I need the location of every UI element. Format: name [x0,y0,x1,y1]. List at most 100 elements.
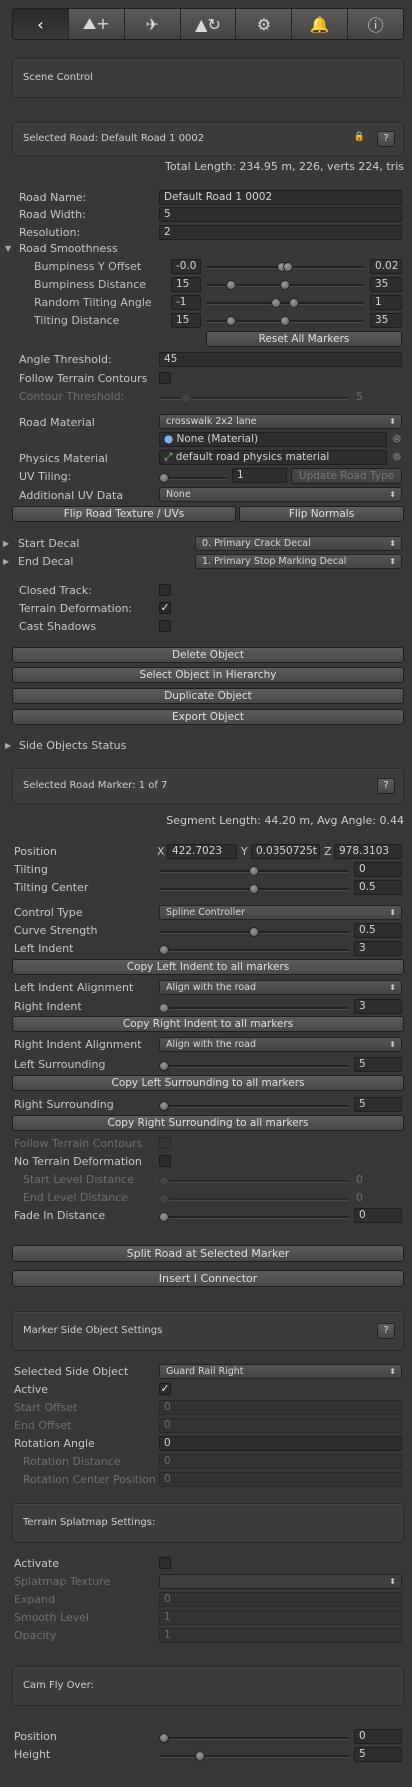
foldout-closed-icon[interactable]: ▶ [3,539,9,548]
follow-terrain-contours-checkbox[interactable] [159,372,171,384]
left-surrounding-slider[interactable] [159,1065,349,1068]
slider-knob[interactable] [159,1194,169,1204]
rotation-distance-input[interactable]: 0 [159,1454,402,1469]
control-type-dropdown[interactable]: Spline Controller ⬍ [159,905,402,920]
slider-knob[interactable] [249,884,259,894]
random-tilting-angle-slider[interactable] [206,302,364,305]
foldout-closed-icon[interactable]: ▶ [3,557,9,566]
cast-shadows-checkbox[interactable] [159,620,171,632]
tilting-distance-min[interactable]: 15 [171,313,201,328]
end-level-distance-slider[interactable] [159,1198,349,1201]
uv-tiling-slider[interactable] [159,477,227,480]
tilting-center-input[interactable]: 0.5 [354,880,402,895]
position-z-input[interactable]: 978.3103 [334,844,402,859]
help-button[interactable]: ? [377,1323,395,1339]
fade-in-distance-input[interactable]: 0 [354,1208,402,1223]
slider-knob[interactable] [159,945,169,955]
slider-knob[interactable] [283,262,293,272]
smooth-level-input[interactable]: 1 [159,1610,402,1625]
marker-follow-terrain-checkbox[interactable] [159,1137,171,1149]
copy-right-surrounding-button[interactable]: Copy Right Surrounding to all markers [12,1115,404,1131]
foldout-closed-icon[interactable]: ▶ [5,741,11,750]
cam-height-input[interactable]: 5 [354,1747,402,1762]
road-name-input[interactable]: Default Road 1 0002 [159,190,402,205]
add-road-icon[interactable]: ⛰+ [69,9,125,39]
start-offset-input[interactable]: 0 [159,1400,402,1415]
additional-uv-dropdown[interactable]: None ⬍ [159,487,402,502]
rotation-center-position-input[interactable]: 0 [159,1472,402,1487]
road-material-dropdown[interactable]: crosswalk 2x2 lane ⬍ [159,414,402,429]
splatmap-activate-checkbox[interactable] [159,1557,171,1569]
tilting-input[interactable]: 0 [354,862,402,877]
expand-input[interactable]: 0 [159,1592,402,1607]
lock-icon[interactable]: 🔒 [354,132,365,142]
slider-knob[interactable] [289,298,299,308]
bumpiness-distance-max[interactable]: 35 [370,277,402,292]
slider-knob[interactable] [159,473,169,483]
split-road-button[interactable]: Split Road at Selected Marker [12,1245,404,1262]
object-picker-icon[interactable]: ◎ [393,434,401,444]
back-arrow-icon[interactable]: ‹ [13,9,69,39]
side-objects-status-label[interactable]: Side Objects Status [19,739,126,752]
terrain-deformation-checkbox[interactable]: ✓ [159,602,171,614]
bumpiness-distance-min[interactable]: 15 [171,277,201,292]
right-indent-input[interactable]: 3 [354,999,402,1014]
export-object-button[interactable]: Export Object [12,709,404,725]
cam-position-slider[interactable] [159,1737,349,1740]
bumpiness-y-max[interactable]: 0.02 [370,259,402,274]
help-button[interactable]: ? [377,131,395,147]
start-level-distance-slider[interactable] [159,1180,349,1183]
end-offset-input[interactable]: 0 [159,1418,402,1433]
slider-knob[interactable] [159,1101,169,1111]
delete-object-button[interactable]: Delete Object [12,647,404,663]
update-road-type-button[interactable]: Update Road Type [291,468,402,484]
closed-track-checkbox[interactable] [159,584,171,596]
slider-knob[interactable] [159,1212,169,1222]
slider-knob[interactable] [271,298,281,308]
rotation-angle-input[interactable]: 0 [159,1436,402,1451]
select-in-hierarchy-button[interactable]: Select Object in Hierarchy [12,667,404,683]
slider-knob[interactable] [195,1751,205,1761]
reset-all-markers-button[interactable]: Reset All Markers [206,331,402,347]
right-surrounding-slider[interactable] [159,1105,349,1108]
end-decal-dropdown[interactable]: 1. Primary Stop Marking Decal ⬍ [195,554,402,569]
physics-material-field[interactable]: ⤢ default road physics material [159,450,387,465]
copy-left-surrounding-button[interactable]: Copy Left Surrounding to all markers [12,1075,404,1091]
angle-threshold-input[interactable]: 45 [159,352,402,367]
copy-right-indent-button[interactable]: Copy Right Indent to all markers [12,1016,404,1032]
tilting-distance-max[interactable]: 35 [370,313,402,328]
left-indent-alignment-dropdown[interactable]: Align with the road ⬍ [159,980,402,995]
help-button[interactable]: ? [377,778,395,794]
fade-in-distance-slider[interactable] [159,1216,349,1219]
gear-icon[interactable]: ⚙ [236,9,293,39]
flip-normals-button[interactable]: Flip Normals [239,506,404,522]
position-y-input[interactable]: 0.0350725t [251,844,320,859]
right-indent-alignment-dropdown[interactable]: Align with the road ⬍ [159,1037,402,1052]
terrain-refresh-icon[interactable]: ▲↻ [181,9,237,39]
splatmap-texture-dropdown[interactable]: ⬍ [159,1574,402,1589]
airplane-icon[interactable]: ✈ [125,9,181,39]
active-checkbox[interactable]: ✓ [159,1383,171,1395]
flip-road-texture-button[interactable]: Flip Road Texture / UVs [12,506,236,522]
insert-connector-button[interactable]: Insert I Connector [12,1270,404,1287]
random-tilting-angle-max[interactable]: 1 [370,295,402,310]
slider-knob[interactable] [249,866,259,876]
no-terrain-deformation-checkbox[interactable] [159,1155,171,1167]
curve-strength-input[interactable]: 0.5 [354,923,402,938]
road-width-input[interactable]: 5 [159,207,402,222]
end-decal-label[interactable]: End Decal [18,555,73,568]
slider-knob[interactable] [159,1733,169,1743]
resolution-input[interactable]: 2 [159,225,402,240]
left-indent-input[interactable]: 3 [354,941,402,956]
cam-position-input[interactable]: 0 [354,1729,402,1744]
slider-knob[interactable] [181,393,191,403]
foldout-open-icon[interactable]: ▼ [5,244,11,253]
info-icon[interactable]: ⓘ [348,9,403,39]
slider-knob[interactable] [280,316,290,326]
copy-left-indent-button[interactable]: Copy Left Indent to all markers [12,959,404,975]
object-picker-icon[interactable]: ◎ [393,452,401,462]
material-slot-field[interactable]: ● None (Material) [159,432,387,447]
uv-tiling-input[interactable]: 1 [232,468,287,483]
right-surrounding-input[interactable]: 5 [354,1097,402,1112]
bell-icon[interactable]: 🔔 [292,9,349,39]
